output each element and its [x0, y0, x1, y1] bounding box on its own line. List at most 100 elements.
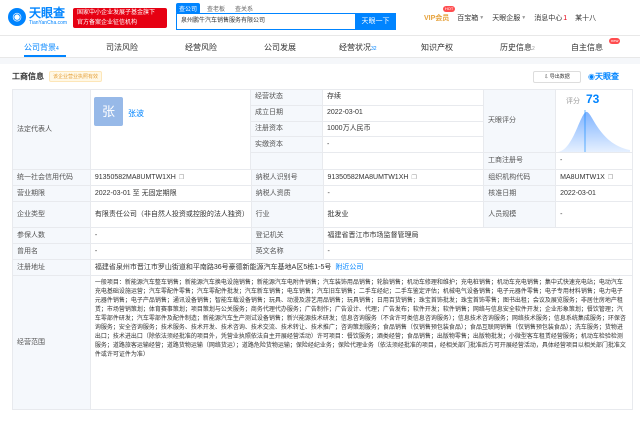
section-header: 工商信息 该企业营业执照有效 — [12, 71, 103, 82]
table-row: 参保人数 - 登记机关 福建省晋江市市场监督管理局 — [13, 228, 633, 244]
type-value: 有限责任公司（非自然人投资或控股的法人独资） — [91, 202, 252, 227]
user-menu[interactable]: 某十八 — [575, 13, 604, 23]
staff-label: 人员规模 — [484, 202, 557, 227]
authority-value: 福建省晋江市市场监督管理局 — [324, 228, 633, 243]
paid-capital-label: 实缴资本 — [251, 137, 323, 153]
site-logo[interactable]: ◉ 天眼查 TianYanCha.com — [8, 7, 67, 26]
gov-badge-line2: 官方备案企业征信机构 — [77, 20, 138, 26]
reg-no-label: 工商注册号 — [484, 153, 556, 169]
tab-count: 32 — [371, 46, 377, 52]
org-code-value: MA8UMTW1X — [560, 173, 605, 181]
tab-operating-risk[interactable]: 经营风险 — [185, 42, 217, 53]
address-label: 注册地址 — [13, 260, 91, 275]
en-name-value: - — [324, 244, 633, 259]
old-name-value: - — [91, 244, 252, 259]
copy-icon[interactable]: ❐ — [608, 173, 613, 183]
vip-hot-badge: HOT — [442, 6, 456, 12]
tab-label: 自主信息 — [571, 43, 603, 52]
spacer-cell — [323, 153, 484, 169]
tab-development[interactable]: 公司发展 — [264, 42, 296, 53]
taxpayer-q-value: - — [324, 186, 485, 201]
score-label-cell: 天眼评分 — [484, 90, 556, 153]
logo-domain: TianYanCha.com — [29, 20, 68, 26]
chevron-down-icon: ▼ — [521, 15, 527, 21]
tab-company-background[interactable]: 公司背景4 — [24, 42, 59, 53]
old-name-label: 曾用名 — [13, 244, 91, 259]
logo-name: 天眼查 — [29, 6, 66, 20]
table-row: 曾用名 - 英文名称 - — [13, 244, 633, 260]
scope-value: 一般项目：新能源汽车整车销售；新能源汽车换电设施销售；新能源汽车电附件销售；汽车… — [91, 276, 633, 409]
score-distribution-chart — [558, 110, 630, 152]
tianyan-qifu-menu[interactable]: 天眼企服 ▼ — [492, 13, 534, 23]
term-label: 营业期限 — [13, 186, 91, 201]
paid-capital-value: - — [323, 137, 484, 153]
copy-icon[interactable]: ❐ — [179, 173, 184, 183]
baibao-menu[interactable]: 百宝箱 ▼ — [457, 13, 492, 23]
authority-label: 登记机关 — [251, 228, 324, 243]
tab-label: 经营风险 — [185, 43, 217, 52]
tab-label: 司法风险 — [106, 43, 138, 52]
export-button[interactable]: ⇩ 导出数据 — [533, 71, 581, 83]
brand-label: 天眼查 — [594, 72, 619, 81]
tab-count: 4 — [56, 46, 59, 52]
industry-label: 行业 — [251, 202, 324, 227]
top-header: ◉ 天眼查 TianYanCha.com 国家中小企业发展子基金旗下 官方备案企… — [0, 0, 640, 36]
table-row: 营业期限 2022-03-01 至 无固定期限 纳税人资质 - 核准日期 202… — [13, 186, 633, 202]
reg-capital-label: 注册资本 — [251, 121, 323, 137]
org-code-cell: MA8UMTW1X ❐ — [556, 170, 633, 185]
taxpayer-q-label: 纳税人资质 — [251, 186, 324, 201]
search-input[interactable]: 泉州鹏牛汽车销售服务有限公司 — [176, 13, 355, 30]
business-info-table: 法定代表人 经营状态 存续 成立日期 2022-03-01 注册资本 1000万… — [12, 89, 633, 410]
insured-label: 参保人数 — [13, 228, 91, 243]
active-tab-indicator — [24, 55, 66, 57]
industry-value: 批发业 — [324, 202, 485, 227]
messages-label: 消息中心 — [534, 15, 563, 22]
spacer-cell — [251, 153, 323, 169]
messages-count: 1 — [563, 14, 568, 22]
download-icon: ⇩ — [544, 74, 549, 80]
logo-eye-icon: ◉ — [8, 7, 26, 26]
export-label: 导出数据 — [549, 74, 570, 80]
tab-history[interactable]: 历史信息2 — [500, 42, 535, 53]
vip-link[interactable]: VIP会员 HOT — [424, 6, 457, 23]
company-tab-bar: 公司背景4 司法风险 经营风险 公司发展 经营状况32 知识产权 历史信息2 自… — [0, 36, 640, 58]
term-value: 2022-03-01 至 无固定期限 — [91, 186, 252, 201]
founded-label: 成立日期 — [251, 105, 323, 121]
tab-operating-status[interactable]: 经营状况32 — [339, 42, 377, 53]
tab-label: 历史信息 — [500, 43, 532, 52]
messages-link[interactable]: 消息中心 1 — [534, 13, 575, 23]
tab-self-info[interactable]: 自主信息 new — [571, 38, 621, 53]
taxpayer-id-label: 纳税人识别号 — [251, 170, 324, 185]
vip-label: VIP会员 — [424, 15, 450, 22]
brand-logo: ◉天眼查 — [588, 72, 619, 81]
section-spacer — [0, 58, 640, 64]
taxpayer-id-value: 91350582MA8UMTW1XH — [327, 173, 409, 181]
tab-label: 经营状况 — [339, 43, 371, 52]
table-row: 注册地址 福建省泉州市晋江市罗山街道和平南路36号豪德新能源汽车基地A区5栋1-… — [13, 260, 633, 276]
top-nav: VIP会员 HOT 百宝箱 ▼ 天眼企服 ▼ 消息中心 1 某十八 — [424, 6, 604, 23]
credit-code-cell: 91350582MA8UMTW1XH ❐ — [91, 170, 252, 185]
type-label: 企业类型 — [13, 202, 91, 227]
tab-ip[interactable]: 知识产权 — [421, 42, 453, 53]
avatar[interactable]: 张 — [94, 97, 123, 126]
nearby-companies-link[interactable]: 附近公司 — [335, 263, 363, 273]
tab-count: 2 — [532, 46, 535, 52]
gov-badge-line1: 国家中小企业发展子基金旗下 — [77, 10, 156, 16]
search-button[interactable]: 天眼一下 — [355, 13, 396, 30]
staff-value: - — [556, 202, 633, 227]
org-code-label: 组织机构代码 — [484, 170, 557, 185]
gov-badge: 国家中小企业发展子基金旗下 官方备案企业征信机构 — [73, 8, 167, 28]
score-curve — [558, 111, 630, 152]
table-row: 经营范围 一般项目：新能源汽车整车销售；新能源汽车换电设施销售；新能源汽车电附件… — [13, 276, 633, 410]
reg-no-value: - — [556, 153, 633, 169]
copy-icon[interactable]: ❐ — [411, 173, 416, 183]
tab-judicial-risk[interactable]: 司法风险 — [106, 42, 138, 53]
tab-label: 公司发展 — [264, 43, 296, 52]
chevron-down-icon: ▼ — [479, 15, 485, 21]
legal-rep-name[interactable]: 张波 — [128, 108, 144, 119]
scope-label: 经营范围 — [13, 276, 91, 409]
license-valid-badge: 该企业营业执照有效 — [49, 71, 103, 82]
status-label: 经营状态 — [251, 90, 323, 105]
user-name: 某十八 — [575, 15, 597, 22]
score-widget[interactable]: 评分 73 — [558, 92, 630, 152]
